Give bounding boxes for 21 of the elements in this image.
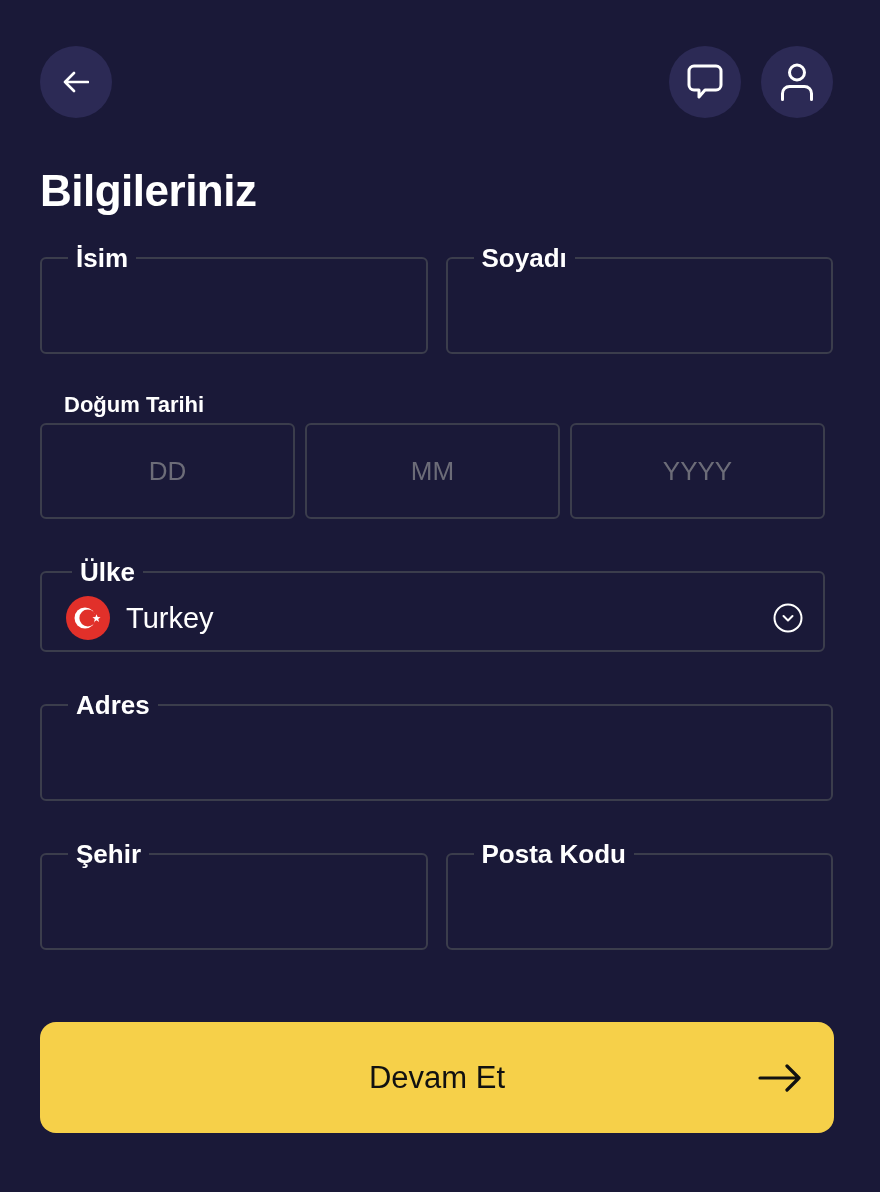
- date-field[interactable]: MM: [305, 423, 560, 519]
- selected-value: Turkey: [126, 601, 215, 635]
- field-label: Ülke: [79, 558, 136, 586]
- country-select[interactable]: Ülke Turkey: [40, 558, 825, 652]
- arrow-left-icon: [63, 71, 89, 93]
- date-field[interactable]: DD: [40, 423, 295, 519]
- field-label: İsim: [75, 244, 130, 272]
- person-icon: [780, 63, 814, 101]
- field-label: Posta Kodu: [480, 840, 627, 868]
- input-field[interactable]: İsim: [40, 244, 428, 354]
- speech-bubble-icon: [687, 64, 723, 100]
- field-label: Doğum Tarihi: [64, 392, 205, 418]
- flag-icon: [66, 596, 110, 640]
- field-label: Adres: [75, 691, 151, 719]
- field-label: Şehir: [75, 840, 143, 868]
- chevron-down-icon: [773, 603, 803, 633]
- page-title: Bilgileriniz: [40, 165, 258, 217]
- arrow-right-icon: [758, 1063, 802, 1092]
- date-field[interactable]: YYYY: [570, 423, 825, 519]
- continue-button[interactable]: Devam Et: [40, 1022, 834, 1133]
- field-label: Soyadı: [480, 244, 568, 272]
